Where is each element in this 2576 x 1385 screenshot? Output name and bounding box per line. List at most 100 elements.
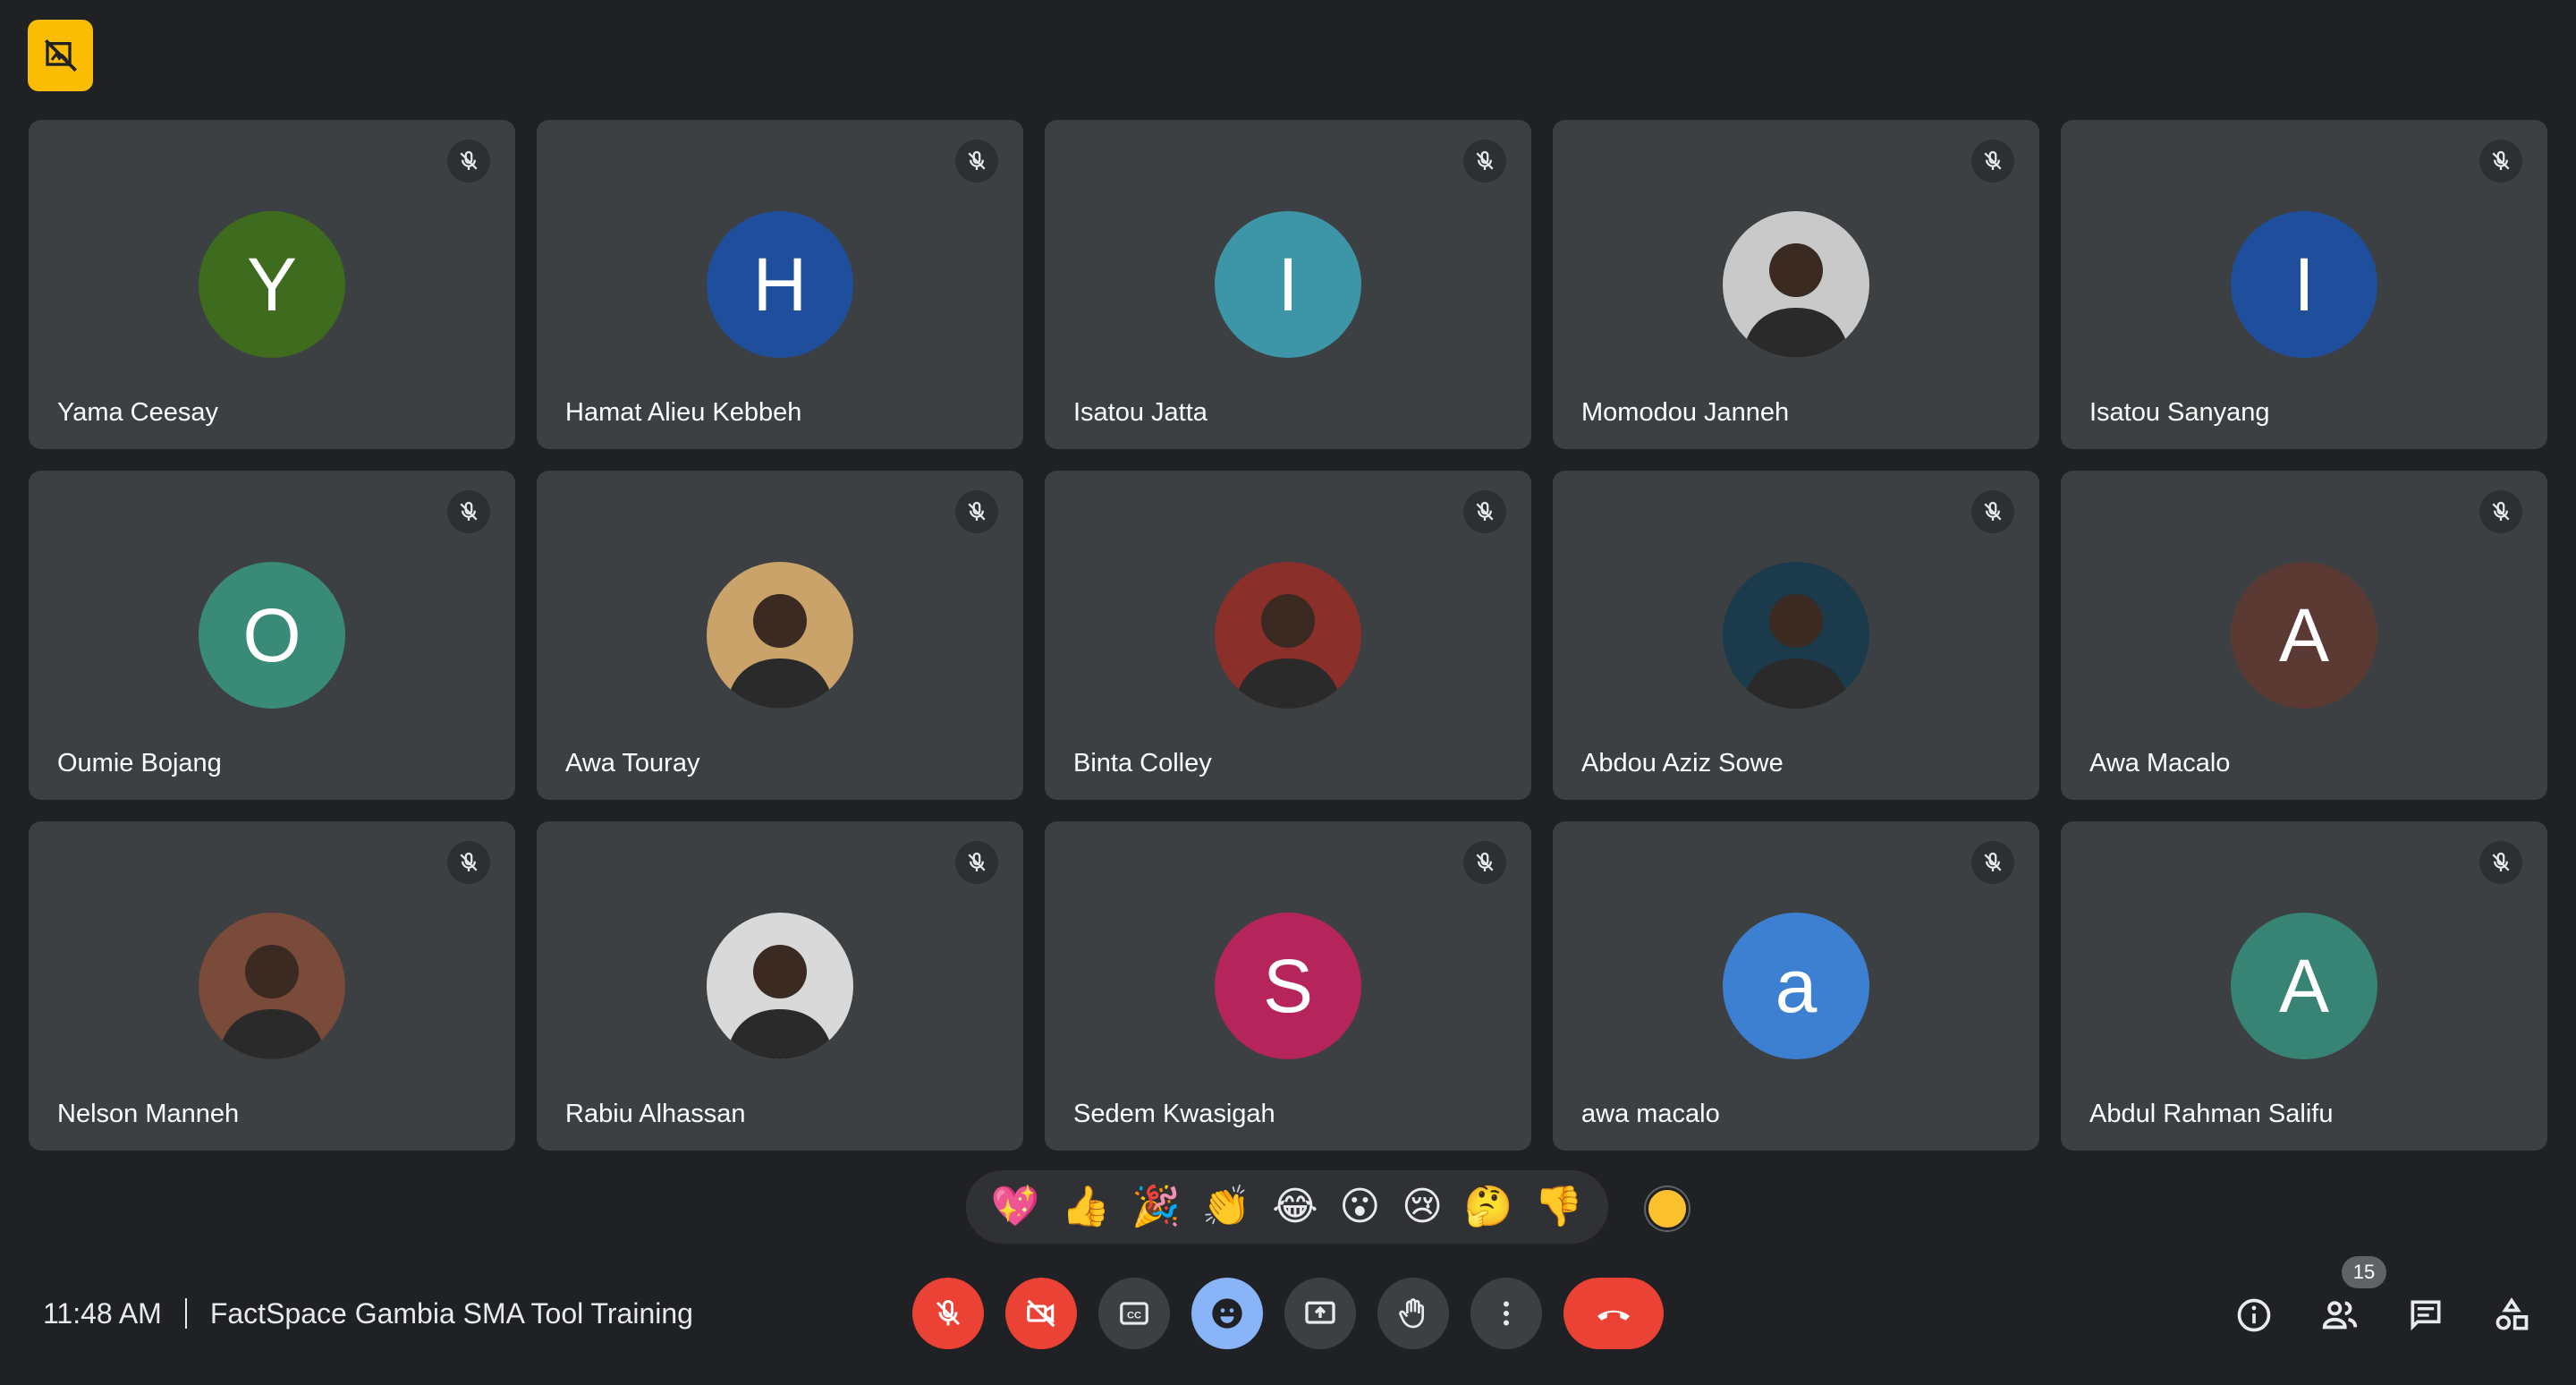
captions-toggle-button[interactable]: CC bbox=[1098, 1278, 1170, 1349]
avatar-initial: A bbox=[2231, 913, 2377, 1059]
participant-tile[interactable]: H Hamat Alieu Kebbeh bbox=[537, 120, 1023, 449]
reaction-thumbs-up-button[interactable]: 👍 bbox=[1061, 1187, 1110, 1227]
muted-indicator bbox=[1463, 490, 1506, 533]
mic-off-icon bbox=[460, 501, 478, 521]
muted-indicator bbox=[447, 140, 490, 183]
participant-tile[interactable]: I Isatou Sanyang bbox=[2061, 120, 2547, 449]
participant-tile[interactable]: A Abdul Rahman Salifu bbox=[2061, 821, 2547, 1151]
participant-name: Hamat Alieu Kebbeh bbox=[565, 398, 802, 427]
participant-name: Nelson Manneh bbox=[57, 1100, 240, 1128]
participant-tile[interactable]: a awa macalo bbox=[1553, 821, 2039, 1151]
emoji-icon bbox=[1212, 1298, 1242, 1329]
participant-name: Isatou Jatta bbox=[1073, 398, 1208, 427]
meeting-title: FactSpace Gambia SMA Tool Training bbox=[209, 1296, 693, 1330]
reaction-thinking-face-button[interactable]: 🤔 bbox=[1464, 1187, 1513, 1227]
activities-icon bbox=[2496, 1297, 2529, 1330]
hand-icon bbox=[1399, 1298, 1424, 1329]
mic-off-icon bbox=[936, 1299, 961, 1326]
reaction-crying-face-button[interactable]: 😢 bbox=[1402, 1187, 1443, 1227]
people-count-badge: 15 bbox=[2342, 1256, 2386, 1288]
mic-off-icon bbox=[1476, 852, 1494, 871]
participant-tile[interactable]: Rabiu Alhassan bbox=[537, 821, 1023, 1151]
participant-tile[interactable]: Awa Touray bbox=[537, 471, 1023, 800]
mic-off-icon bbox=[968, 501, 986, 521]
more-vert-icon bbox=[1504, 1301, 1509, 1326]
participant-name: Abdou Aziz Sowe bbox=[1581, 749, 1784, 777]
muted-indicator bbox=[1463, 841, 1506, 884]
people-button[interactable] bbox=[2317, 1292, 2363, 1338]
avatar-photo bbox=[1723, 211, 1869, 358]
avatar-initial: I bbox=[2231, 211, 2377, 358]
avatar-initial: Y bbox=[199, 211, 345, 358]
mic-off-icon bbox=[1476, 501, 1494, 521]
reaction-thumbs-down-button[interactable]: 👎 bbox=[1534, 1187, 1583, 1227]
pinned-indicator-button[interactable] bbox=[28, 20, 93, 91]
more-options-button[interactable] bbox=[1470, 1278, 1542, 1349]
mic-off-icon bbox=[968, 852, 986, 871]
reaction-party-popper-button[interactable]: 🎉 bbox=[1131, 1187, 1181, 1227]
present-icon bbox=[1305, 1301, 1335, 1324]
avatar-photo bbox=[1723, 562, 1869, 709]
mic-off-icon bbox=[1984, 852, 2002, 871]
participant-tile[interactable]: Momodou Janneh bbox=[1553, 120, 2039, 449]
mic-off-icon bbox=[2492, 501, 2510, 521]
muted-indicator bbox=[1971, 841, 2014, 884]
pin-off-icon bbox=[44, 39, 77, 72]
muted-indicator bbox=[447, 841, 490, 884]
participant-tile[interactable]: Nelson Manneh bbox=[29, 821, 515, 1151]
reaction-sparkling-heart-button[interactable]: 💖 bbox=[991, 1187, 1040, 1227]
reactions-bar: 💖 👍 🎉 👏 😂 😮 😢 🤔 👎 bbox=[966, 1170, 1608, 1244]
avatar-initial: S bbox=[1215, 913, 1361, 1059]
mic-off-icon bbox=[2492, 852, 2510, 871]
avatar-initial: a bbox=[1723, 913, 1869, 1059]
call-end-icon bbox=[1597, 1310, 1630, 1321]
mic-off-icon bbox=[460, 852, 478, 871]
leave-call-button[interactable] bbox=[1563, 1278, 1664, 1349]
muted-indicator bbox=[1971, 490, 2014, 533]
muted-indicator bbox=[1463, 140, 1506, 183]
reaction-surprised-face-button[interactable]: 😮 bbox=[1339, 1187, 1380, 1227]
raise-hand-button[interactable] bbox=[1377, 1278, 1449, 1349]
participant-tile[interactable]: Abdou Aziz Sowe bbox=[1553, 471, 2039, 800]
participant-tile[interactable]: Y Yama Ceesay bbox=[29, 120, 515, 449]
reaction-clapping-hands-button[interactable]: 👏 bbox=[1202, 1187, 1251, 1227]
people-icon bbox=[2322, 1301, 2358, 1330]
chat-button[interactable] bbox=[2402, 1292, 2449, 1338]
mic-off-icon bbox=[1984, 150, 2002, 170]
participant-tile[interactable]: A Awa Macalo bbox=[2061, 471, 2547, 800]
participant-tile[interactable]: S Sedem Kwasigah bbox=[1045, 821, 1531, 1151]
avatar-initial: H bbox=[707, 211, 853, 358]
mic-toggle-button[interactable] bbox=[912, 1278, 984, 1349]
camera-toggle-button[interactable] bbox=[1005, 1278, 1077, 1349]
participant-tile[interactable]: O Oumie Bojang bbox=[29, 471, 515, 800]
muted-indicator bbox=[955, 490, 998, 533]
participant-tile[interactable]: I Isatou Jatta bbox=[1045, 120, 1531, 449]
activities-button[interactable] bbox=[2488, 1292, 2535, 1338]
mic-off-icon bbox=[1984, 501, 2002, 521]
participant-tile[interactable]: Binta Colley bbox=[1045, 471, 1531, 800]
participant-name: Sedem Kwasigah bbox=[1073, 1100, 1275, 1128]
captions-icon: CC bbox=[1120, 1302, 1148, 1325]
info-icon bbox=[2237, 1298, 2271, 1332]
mic-off-icon bbox=[968, 150, 986, 170]
muted-indicator bbox=[955, 140, 998, 183]
present-screen-button[interactable] bbox=[1284, 1278, 1356, 1349]
avatar-initial: A bbox=[2231, 562, 2377, 709]
muted-indicator bbox=[2479, 140, 2522, 183]
skin-tone-selector[interactable] bbox=[1646, 1187, 1689, 1230]
chat-icon bbox=[2411, 1300, 2441, 1331]
reactions-toggle-button[interactable] bbox=[1191, 1278, 1263, 1349]
reaction-tears-of-joy-button[interactable]: 😂 bbox=[1272, 1187, 1318, 1227]
avatar-photo bbox=[707, 913, 853, 1059]
participant-name: Abdul Rahman Salifu bbox=[2089, 1100, 2334, 1128]
mic-off-icon bbox=[460, 150, 478, 170]
participant-name: Awa Macalo bbox=[2089, 749, 2231, 777]
meeting-info-button[interactable] bbox=[2231, 1292, 2277, 1338]
avatar-initial: O bbox=[199, 562, 345, 709]
participant-name: Isatou Sanyang bbox=[2089, 398, 2270, 427]
mic-off-icon bbox=[1476, 150, 1494, 170]
muted-indicator bbox=[2479, 490, 2522, 533]
meeting-time: 11:48 AM bbox=[43, 1296, 162, 1330]
avatar-initial: I bbox=[1215, 211, 1361, 358]
participant-name: Yama Ceesay bbox=[57, 398, 218, 427]
